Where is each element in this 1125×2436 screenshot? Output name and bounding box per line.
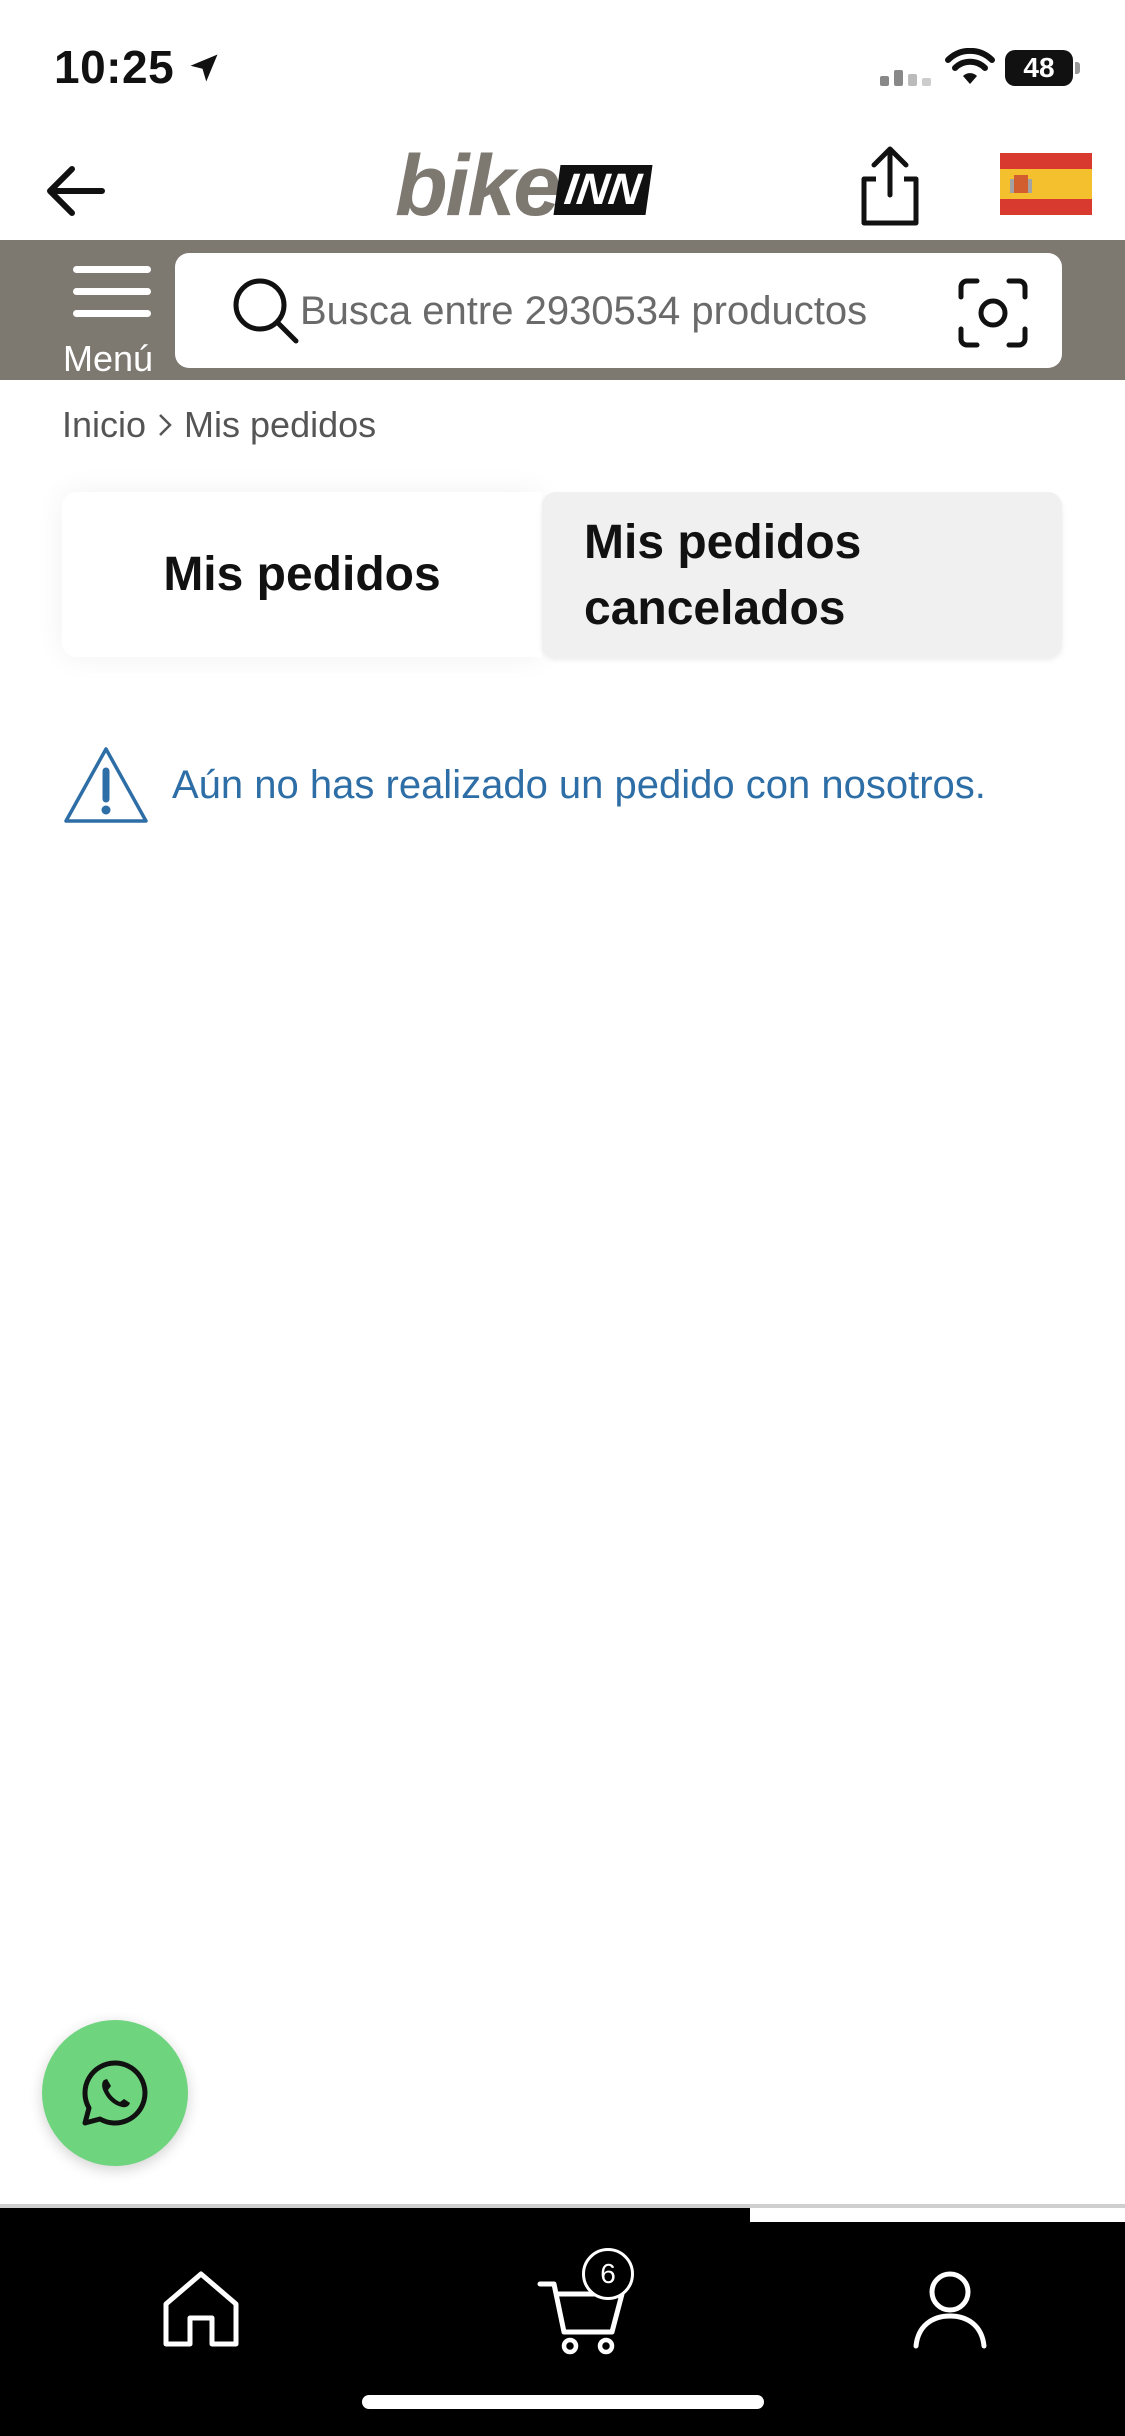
tab-mis-pedidos-label: Mis pedidos	[163, 548, 441, 601]
tab-cancelados-label-line2: cancelados	[584, 582, 846, 635]
whatsapp-button[interactable]	[42, 2020, 188, 2166]
search-band: Menú	[0, 240, 1125, 380]
tab-cancelados-label-line1: Mis pedidos	[584, 516, 862, 569]
battery-level: 48	[1023, 52, 1055, 83]
status-bar: 10:25 48	[0, 0, 1125, 135]
search-icon	[233, 278, 299, 344]
breadcrumb: Inicio Mis pedidos	[62, 404, 376, 446]
menu-button[interactable]: Menú	[55, 260, 167, 379]
whatsapp-icon	[82, 2060, 148, 2126]
share-icon[interactable]	[850, 143, 930, 228]
search-box[interactable]	[175, 253, 1062, 368]
camera-search-icon[interactable]	[955, 275, 1031, 351]
cart-button[interactable]: 6	[530, 2248, 640, 2358]
logo-bike-text: bike	[395, 138, 561, 234]
empty-orders-message: Aún no has realizado un pedido con nosot…	[172, 762, 986, 807]
location-arrow-icon	[190, 54, 218, 82]
status-time: 10:25	[54, 41, 175, 93]
app-header: bike INN	[0, 135, 1125, 240]
breadcrumb-home[interactable]: Inicio	[62, 404, 146, 446]
wifi-icon	[945, 48, 995, 84]
empty-orders-notice: Aún no has realizado un pedido con nosot…	[62, 740, 1092, 830]
warning-icon	[64, 747, 148, 823]
user-icon[interactable]	[910, 2268, 990, 2350]
menu-label: Menú	[63, 338, 154, 379]
cart-count-badge: 6	[582, 2248, 634, 2300]
breadcrumb-current: Mis pedidos	[184, 404, 377, 445]
battery-icon: 48	[1005, 48, 1081, 88]
home-indicator	[362, 2395, 764, 2409]
cellular-signal-icon	[880, 70, 931, 86]
arrow-left-icon[interactable]	[40, 155, 112, 227]
orders-tabs: Mis pedidos Mis pedidos cancelados	[62, 492, 1062, 657]
logo-inn-text: INN	[553, 165, 653, 215]
spain-flag-icon[interactable]	[1000, 153, 1092, 215]
tab-mis-pedidos-cancelados[interactable]: Mis pedidos cancelados	[542, 492, 1062, 657]
home-icon[interactable]	[160, 2268, 242, 2350]
search-input[interactable]	[300, 279, 920, 343]
bikeinn-logo[interactable]: bike INN	[395, 135, 655, 235]
tab-mis-pedidos[interactable]: Mis pedidos	[62, 492, 542, 657]
chevron-right-icon	[159, 414, 172, 436]
